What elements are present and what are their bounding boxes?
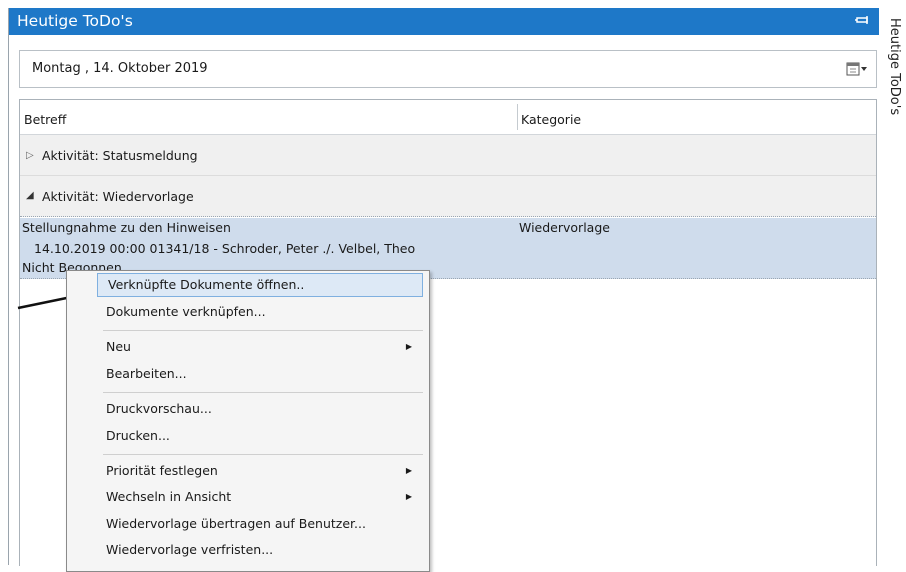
submenu-arrow-icon: ▶ [405,342,412,351]
menu-item-set-priority[interactable]: Priorität festlegen ▶ [96,459,424,483]
task-category: Wiedervorlage [519,220,610,235]
group-label: Aktivität: Wiedervorlage [42,189,194,204]
calendar-dropdown-icon[interactable] [846,61,868,77]
group-wiedervorlage[interactable]: ◢ Aktivität: Wiedervorlage [20,176,876,217]
pin-icon[interactable] [855,12,869,28]
menu-item-transfer-to-user[interactable]: Wiedervorlage übertragen auf Benutzer... [96,512,424,536]
menu-item-label: Bearbeiten... [106,366,187,381]
menu-item-print-preview[interactable]: Druckvorschau... [96,397,424,421]
collapse-caret-icon[interactable]: ◢ [26,190,34,201]
context-menu: Verknüpfte Dokumente öffnen.. Dokumente … [66,270,430,572]
task-subject: Stellungnahme zu den Hinweisen [22,220,231,235]
column-betreff[interactable]: Betreff [24,112,66,127]
menu-item-new[interactable]: Neu ▶ [96,335,424,359]
group-label: Aktivität: Statusmeldung [42,148,198,163]
column-header: Betreff Kategorie [20,100,876,135]
menu-item-set-deadline[interactable]: Wiedervorlage verfristen... [96,538,424,562]
column-kategorie[interactable]: Kategorie [521,112,581,127]
menu-item-label: Dokumente verknüpfen... [106,304,266,319]
expand-caret-icon[interactable]: ▷ [26,150,34,161]
menu-item-label: Neu [106,339,131,354]
menu-item-print[interactable]: Drucken... [96,424,424,448]
side-tab-todos[interactable]: Heutige ToDo's [884,8,906,138]
date-picker[interactable]: Montag , 14. Oktober 2019 [19,50,877,88]
task-details: 14.10.2019 00:00 01341/18 - Schroder, Pe… [34,241,416,256]
menu-separator [103,330,423,331]
menu-item-label: Wiedervorlage übertragen auf Benutzer... [106,516,366,531]
menu-item-label: Wechseln in Ansicht [106,489,232,504]
side-tab-label: Heutige ToDo's [887,18,902,116]
menu-item-switch-view[interactable]: Wechseln in Ansicht ▶ [96,485,424,509]
menu-item-label: Wiedervorlage verfristen... [106,542,274,557]
group-statusmeldung[interactable]: ▷ Aktivität: Statusmeldung [20,135,876,176]
menu-item-label: Priorität festlegen [106,463,218,478]
panel-titlebar: Heutige ToDo's [9,8,879,35]
date-value[interactable]: Montag , 14. Oktober 2019 [32,61,208,76]
menu-item-open-linked-documents[interactable]: Verknüpfte Dokumente öffnen.. [97,273,423,297]
column-divider[interactable] [517,104,518,130]
menu-separator [103,392,423,393]
panel-title: Heutige ToDo's [17,12,133,30]
submenu-arrow-icon: ▶ [405,466,412,475]
menu-item-label: Verknüpfte Dokumente öffnen.. [108,277,305,292]
menu-item-label: Druckvorschau... [106,401,212,416]
menu-item-link-documents[interactable]: Dokumente verknüpfen... [96,300,424,324]
menu-item-edit[interactable]: Bearbeiten... [96,362,424,386]
menu-separator [103,454,423,455]
menu-item-label: Drucken... [106,428,170,443]
submenu-arrow-icon: ▶ [405,492,412,501]
